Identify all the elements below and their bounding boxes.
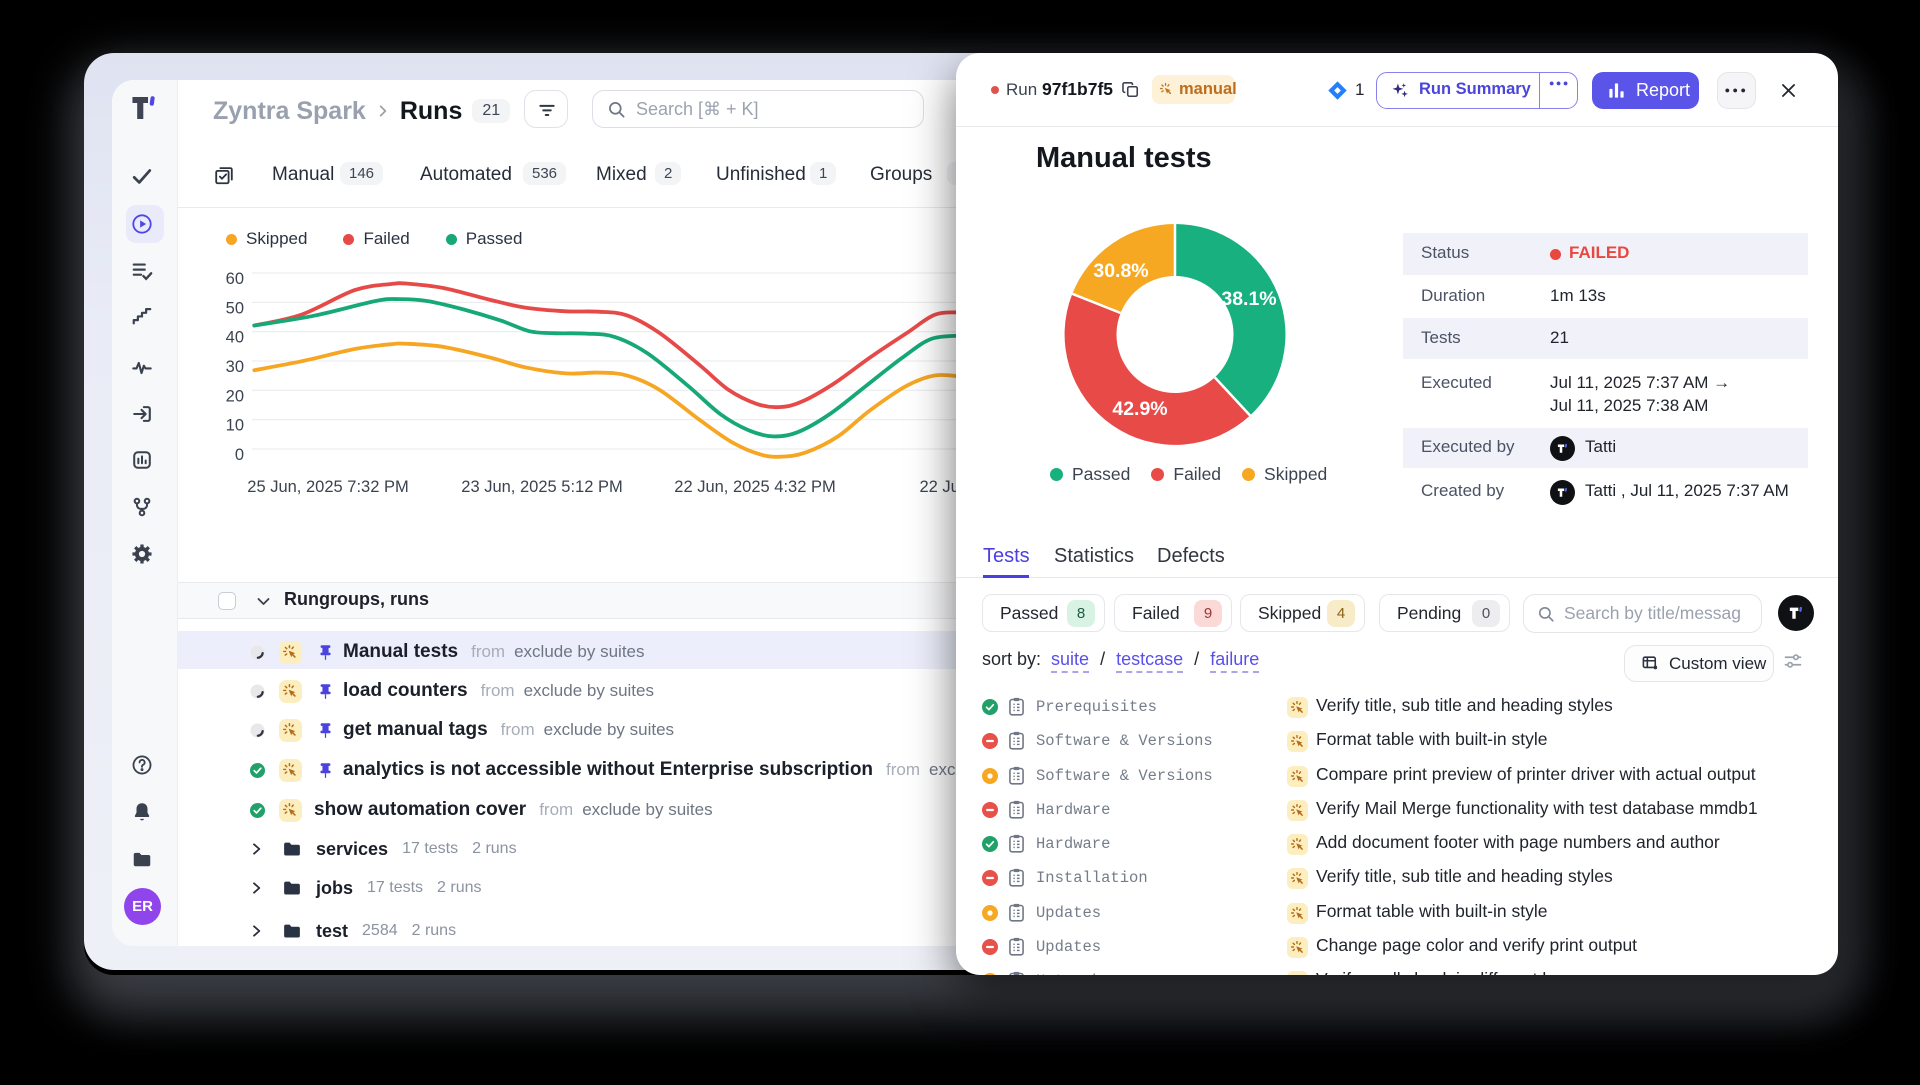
svg-text:50: 50: [226, 299, 244, 317]
svg-text:30.8%: 30.8%: [1093, 260, 1148, 282]
svg-text:30: 30: [226, 358, 244, 376]
svg-text:38.1%: 38.1%: [1221, 288, 1276, 310]
svg-text:0: 0: [235, 446, 244, 464]
svg-text:42.9%: 42.9%: [1112, 398, 1167, 420]
svg-text:20: 20: [226, 387, 244, 405]
svg-text:23 Jun, 2025 5:12 PM: 23 Jun, 2025 5:12 PM: [461, 478, 622, 496]
svg-text:22 Jun, 2025 4:32 PM: 22 Jun, 2025 4:32 PM: [674, 478, 835, 496]
svg-text:40: 40: [226, 329, 244, 347]
svg-text:25 Jun, 2025 7:32 PM: 25 Jun, 2025 7:32 PM: [247, 478, 408, 496]
svg-text:60: 60: [226, 270, 244, 288]
svg-text:10: 10: [226, 417, 244, 435]
